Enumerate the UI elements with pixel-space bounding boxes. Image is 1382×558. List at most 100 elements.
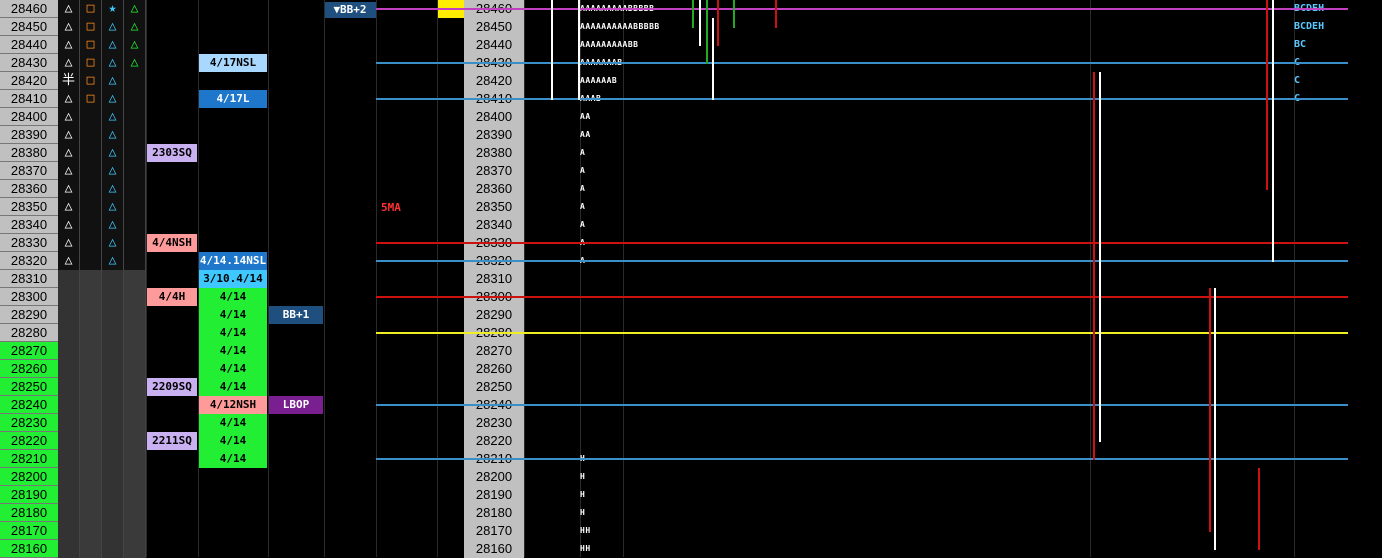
marker-cell[interactable] (124, 414, 146, 432)
price-cell[interactable]: 28400 (0, 108, 58, 126)
marker-cell[interactable]: □ (80, 36, 102, 54)
price-cell[interactable]: 28350 (0, 198, 58, 216)
marker-cell[interactable] (124, 342, 146, 360)
marker-cell[interactable] (124, 180, 146, 198)
marker-cell[interactable] (80, 396, 102, 414)
marker-cell[interactable]: ★ (102, 0, 124, 18)
marker-cell[interactable]: △ (58, 126, 80, 144)
price-cell[interactable]: 28270 (0, 342, 58, 360)
price-cell[interactable]: 28210 (0, 450, 58, 468)
marker-cell[interactable]: △ (58, 144, 80, 162)
marker-cell[interactable] (124, 468, 146, 486)
marker-cell[interactable] (80, 432, 102, 450)
marker-cell[interactable] (124, 360, 146, 378)
marker-cell[interactable] (80, 468, 102, 486)
price-cell[interactable]: 28430 (0, 54, 58, 72)
marker-cell[interactable] (102, 504, 124, 522)
price-cell-right[interactable]: 28340 (464, 216, 524, 234)
price-cell-right[interactable]: 28360 (464, 180, 524, 198)
marker-cell[interactable] (80, 108, 102, 126)
marker-cell[interactable] (102, 396, 124, 414)
marker-cell[interactable]: △ (58, 18, 80, 36)
price-cell-right[interactable]: 28250 (464, 378, 524, 396)
price-cell-right[interactable]: 28220 (464, 432, 524, 450)
marker-cell[interactable] (80, 216, 102, 234)
price-cell-right[interactable]: 28290 (464, 306, 524, 324)
marker-cell[interactable] (80, 486, 102, 504)
marker-cell[interactable]: △ (124, 18, 146, 36)
level-label[interactable]: 4/12NSH (199, 396, 267, 414)
marker-cell[interactable] (80, 522, 102, 540)
marker-cell[interactable]: △ (102, 162, 124, 180)
marker-cell[interactable] (58, 450, 80, 468)
marker-cell[interactable] (80, 180, 102, 198)
marker-cell[interactable] (58, 432, 80, 450)
price-cell-right[interactable]: 28440 (464, 36, 524, 54)
price-cell[interactable]: 28380 (0, 144, 58, 162)
price-cell[interactable]: 28370 (0, 162, 58, 180)
marker-cell[interactable]: △ (102, 216, 124, 234)
price-cell-right[interactable]: 28400 (464, 108, 524, 126)
marker-cell[interactable] (124, 306, 146, 324)
price-cell-right[interactable]: 28160 (464, 540, 524, 558)
marker-cell[interactable] (80, 378, 102, 396)
level-label[interactable]: 4/14 (199, 432, 267, 450)
marker-cell[interactable] (124, 198, 146, 216)
marker-cell[interactable] (102, 360, 124, 378)
marker-cell[interactable] (102, 288, 124, 306)
marker-cell[interactable] (124, 216, 146, 234)
level-label[interactable]: 4/14 (199, 450, 267, 468)
marker-cell[interactable]: △ (58, 90, 80, 108)
price-cell[interactable]: 28320 (0, 252, 58, 270)
marker-cell[interactable] (124, 504, 146, 522)
marker-cell[interactable] (102, 270, 124, 288)
price-cell-right[interactable]: 28180 (464, 504, 524, 522)
marker-cell[interactable]: △ (58, 162, 80, 180)
marker-cell[interactable] (58, 342, 80, 360)
marker-cell[interactable] (58, 324, 80, 342)
price-cell[interactable]: 28310 (0, 270, 58, 288)
marker-cell[interactable] (124, 522, 146, 540)
marker-cell[interactable]: △ (58, 54, 80, 72)
marker-cell[interactable] (58, 468, 80, 486)
marker-cell[interactable] (124, 90, 146, 108)
marker-cell[interactable] (80, 198, 102, 216)
marker-cell[interactable] (102, 432, 124, 450)
marker-cell[interactable] (124, 108, 146, 126)
price-cell[interactable]: 28330 (0, 234, 58, 252)
level-label[interactable]: 2209SQ (147, 378, 197, 396)
marker-cell[interactable] (124, 144, 146, 162)
marker-cell[interactable] (124, 540, 146, 558)
marker-cell[interactable]: △ (102, 198, 124, 216)
marker-cell[interactable]: △ (58, 36, 80, 54)
marker-cell[interactable]: △ (102, 126, 124, 144)
marker-cell[interactable] (58, 522, 80, 540)
marker-cell[interactable] (80, 540, 102, 558)
price-cell-right[interactable]: 28380 (464, 144, 524, 162)
marker-cell[interactable] (102, 414, 124, 432)
marker-cell[interactable]: △ (102, 54, 124, 72)
price-cell[interactable]: 28170 (0, 522, 58, 540)
price-cell[interactable]: 28180 (0, 504, 58, 522)
price-cell[interactable]: 28240 (0, 396, 58, 414)
price-cell[interactable]: 28160 (0, 540, 58, 558)
price-cell[interactable]: 28340 (0, 216, 58, 234)
price-cell-right[interactable]: 28370 (464, 162, 524, 180)
marker-cell[interactable] (80, 144, 102, 162)
marker-cell[interactable]: △ (102, 90, 124, 108)
price-cell[interactable]: 28220 (0, 432, 58, 450)
level-label[interactable]: BB+1 (269, 306, 323, 324)
marker-cell[interactable] (80, 234, 102, 252)
level-label[interactable]: 4/14 (199, 414, 267, 432)
marker-cell[interactable] (102, 450, 124, 468)
marker-cell[interactable] (58, 486, 80, 504)
level-label[interactable]: 2303SQ (147, 144, 197, 162)
level-label[interactable]: 4/14 (199, 288, 267, 306)
marker-cell[interactable] (80, 324, 102, 342)
marker-cell[interactable]: △ (102, 252, 124, 270)
price-cell-right[interactable]: 28310 (464, 270, 524, 288)
level-label[interactable]: 4/4H (147, 288, 197, 306)
marker-cell[interactable]: △ (58, 180, 80, 198)
marker-cell[interactable] (80, 162, 102, 180)
marker-cell[interactable] (80, 504, 102, 522)
